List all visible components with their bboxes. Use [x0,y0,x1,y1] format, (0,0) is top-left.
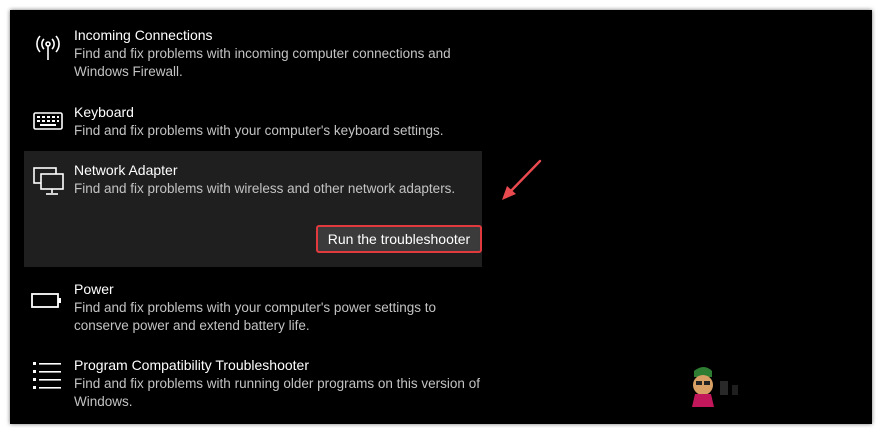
item-title: Incoming Connections [74,27,213,43]
troubleshooter-window: Incoming Connections Find and fix proble… [10,10,872,424]
item-title: Power [74,281,114,297]
item-description: Find and fix problems with your computer… [74,123,444,138]
antenna-icon [36,35,60,60]
troubleshooter-item-program-compatibility[interactable]: Program Compatibility Troubleshooter Fin… [24,356,482,416]
item-description: Find and fix problems with running older… [74,376,480,409]
watermark-logo-icon [692,367,738,407]
run-troubleshooter-label: Run the troubleshooter [320,229,478,249]
troubleshooter-item-network-adapter[interactable]: Network Adapter Find and fix problems wi… [24,151,482,267]
troubleshooter-item-keyboard[interactable]: Keyboard Find and fix problems with your… [24,103,482,147]
troubleshooter-item-incoming-connections[interactable]: Incoming Connections Find and fix proble… [24,26,482,86]
network-adapter-header: Network Adapter Find and fix problems wi… [24,161,482,205]
keyboard-icon [33,112,63,130]
battery-icon [31,293,61,308]
list-icon [33,362,61,389]
item-description: Find and fix problems with wireless and … [74,181,456,196]
item-title: Program Compatibility Troubleshooter [74,357,309,373]
annotation-arrow-icon [502,159,542,200]
item-title: Keyboard [74,104,134,120]
network-adapter-icon [33,167,64,195]
item-description: Find and fix problems with incoming comp… [74,46,451,79]
troubleshooter-item-power[interactable]: Power Find and fix problems with your co… [24,280,482,340]
item-description: Find and fix problems with your computer… [74,300,436,333]
item-title: Network Adapter [74,162,178,178]
run-troubleshooter-button[interactable]: Run the troubleshooter [316,225,482,253]
